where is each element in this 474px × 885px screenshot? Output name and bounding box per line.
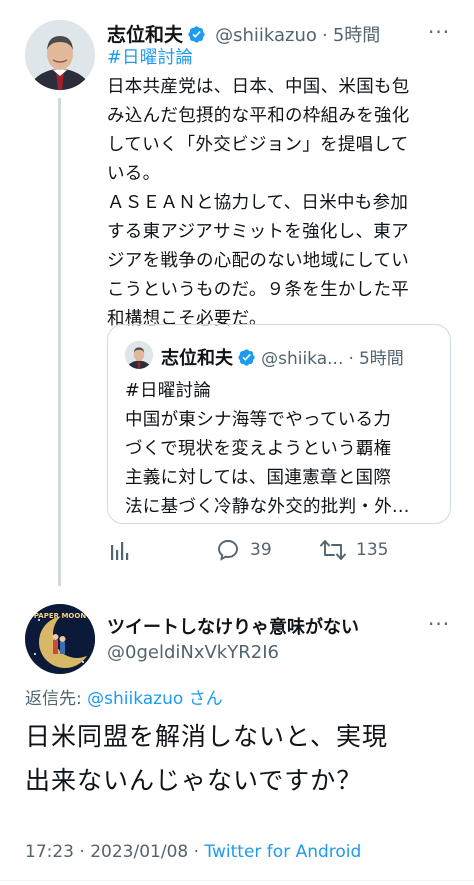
tweet-line: する東アジアサミットを強化し、東ア (107, 222, 409, 242)
tweet-line: ＡＳＥＡＮと協力して、日米中も参加 (107, 193, 409, 213)
avatar[interactable] (25, 20, 95, 90)
reply-count: 39 (250, 540, 272, 560)
reply-body: 日米同盟を解消しないと、実現 出来ないんじゃないですか？ (25, 715, 465, 803)
quoted-line: 法に基づく冷静な外交的批判・外... (125, 497, 410, 517)
tweet-line: ジアを戦争の心配のない地域にしてい (107, 251, 410, 271)
quoted-display-name: 志位和夫 (161, 348, 233, 369)
bottom-divider (0, 880, 474, 881)
avatar-logo-text: PAPER MOON (34, 612, 87, 620)
more-options-icon[interactable]: ··· (428, 20, 450, 44)
client-link[interactable]: Twitter for Android (204, 842, 361, 862)
quoted-header: 志位和夫 @shiika... · 5時間 (161, 344, 446, 370)
separator-dot: · (79, 842, 85, 862)
more-options-icon[interactable]: ··· (428, 612, 450, 636)
tweet-line: み込んだ包摂的な平和の枠組みを強化 (107, 106, 410, 126)
separator-dot: · (193, 842, 200, 862)
replying-to-label: 返信先: (25, 689, 82, 709)
reply-line: 出来ないんじゃないですか？ (25, 766, 363, 795)
post-time[interactable]: 17:23 (25, 842, 74, 862)
retweet-count: 135 (356, 540, 389, 560)
tweet-line: いる。 (107, 164, 161, 184)
replying-to-suffix: さん (188, 689, 223, 709)
handle[interactable]: @shiikazuo (215, 25, 317, 46)
tweet-line: 日本共産党は、日本、中国、米国も包 (107, 77, 410, 97)
analytics-button[interactable] (110, 539, 130, 561)
reply-line: 日米同盟を解消しないと、実現 (25, 722, 389, 751)
handle[interactable]: @0geldiNxVkYR2I6 (107, 642, 279, 663)
quoted-avatar (125, 341, 153, 369)
reply-icon (218, 540, 238, 561)
tweet-line: していく「外交ビジョン」を提唱して (107, 135, 409, 155)
quoted-line: 中国が東シナ海等でやっている力 (125, 410, 392, 430)
quoted-hashtag: #日曜討論 (125, 381, 212, 401)
display-name[interactable]: 志位和夫 (107, 24, 183, 46)
replying-to: 返信先: @shiikazuo さん (25, 684, 223, 709)
post-date[interactable]: 2023/01/08 (90, 842, 188, 862)
thread-connector-line (58, 98, 61, 586)
display-name[interactable]: ツイートしなけりゃ意味がない (107, 613, 359, 639)
quoted-tweet-card[interactable]: 志位和夫 @shiika... · 5時間 #日曜討論 中国が東シナ海等でやって… (107, 324, 451, 524)
separator-dot: · (348, 349, 354, 369)
reply-button[interactable]: 39 (216, 538, 272, 562)
tweet-body: #日曜討論 日本共産党は、日本、中国、米国も包 み込んだ包摂的な平和の枠組みを強… (107, 44, 447, 334)
quoted-body: #日曜討論 中国が東シナ海等でやっている力 づくで現状を変えようという覇権 主義… (125, 377, 445, 522)
quoted-timestamp: 5時間 (358, 349, 404, 369)
verified-badge-icon (188, 26, 205, 43)
analytics-icon (111, 542, 129, 560)
hashtag-link[interactable]: #日曜討論 (107, 44, 447, 73)
timestamp[interactable]: 5時間 (333, 25, 380, 46)
tweet-line: こうというものだ。９条を生かした平 (107, 280, 410, 300)
tweet-meta: 17:23 · 2023/01/08 · Twitter for Android (25, 842, 361, 862)
separator-dot: · (322, 25, 328, 46)
retweet-icon (320, 540, 346, 560)
quoted-line: づくで現状を変えようという覇権 (125, 439, 392, 459)
retweet-button[interactable]: 135 (320, 538, 388, 562)
avatar[interactable]: PAPER MOON (25, 604, 95, 674)
verified-badge-icon (238, 349, 255, 366)
quoted-line: 主義に対しては、国連憲章と国際 (125, 468, 392, 488)
quoted-handle: @shiika... (261, 349, 344, 369)
replying-to-handle[interactable]: @shiikazuo (87, 689, 183, 709)
tweet-header: 志位和夫 @shiikazuo · 5時間 (107, 20, 437, 46)
